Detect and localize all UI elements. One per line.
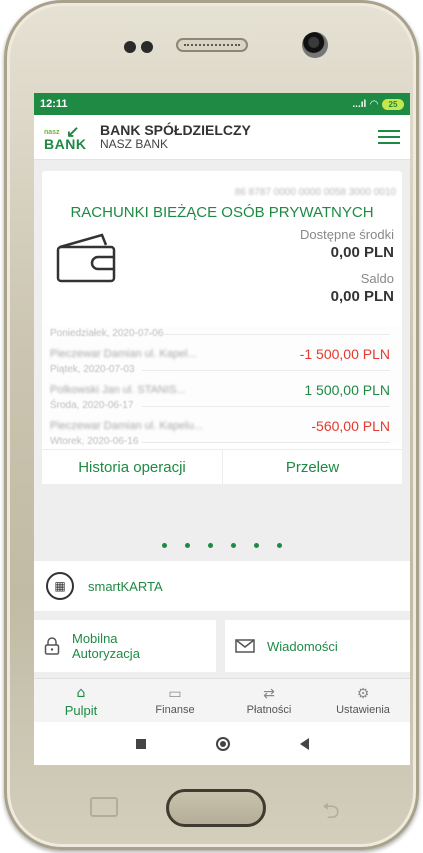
bank-name-line2: NASZ BANK [100,137,169,151]
messages-tile[interactable]: Wiadomości [225,620,410,672]
android-navigation-bar [34,722,410,765]
signal-icon: ...ıl [352,98,367,110]
operation-title[interactable]: Pieczewar Damian ul. Kapel... [50,348,197,360]
nav-label: Płatności [246,704,292,716]
lock-icon [44,637,60,655]
gear-icon: ⚙ [356,686,370,702]
history-button[interactable]: Historia operacji [42,449,223,484]
operation-date: Piątek, 2020-07-03 [50,364,135,375]
battery-icon: 25 [382,98,404,110]
mobile-authorization-line1: Mobilna [72,631,118,646]
divider [142,334,390,335]
bank-name: BANK SPÓŁDZIELCZY NASZ BANK [100,123,251,151]
sensor-dots [124,40,164,54]
bank-name-line1: BANK SPÓŁDZIELCZY [100,122,251,138]
back-key-icon[interactable]: ⮌ [322,794,340,832]
home-icon[interactable] [215,736,230,751]
mobile-authorization-line2: Autoryzacja [72,646,140,661]
status-bar: 12:11 ...ıl ◠ 25 [34,93,410,115]
available-funds-value: 0,00 PLN [330,244,394,261]
messages-label: Wiadomości [267,638,338,654]
logo-small-text: nasz [44,129,60,136]
wallet-icon: ▭ [168,686,182,702]
smartkarta-label: smartKARTA [88,578,163,594]
wallet-icon [56,233,116,283]
carousel-dot[interactable] [231,543,236,548]
bottom-navigation: ⌂ Pulpit ▭ Finanse ⇄ Płatności ⚙ Ustawie… [34,678,410,723]
operation-date: Wtorek, 2020-06-16 [50,436,139,447]
operation-amount[interactable]: -1 500,00 PLN [300,346,390,362]
carousel-dot[interactable] [162,543,167,548]
wifi-icon: ◠ [370,98,378,110]
nav-label: Finanse [155,704,195,716]
nav-item-platnosci[interactable]: ⇄ Płatności [222,679,316,723]
balance-value: 0,00 PLN [330,288,394,305]
home-button[interactable] [166,789,266,827]
nav-label: Pulpit [64,702,98,718]
hamburger-icon[interactable] [378,126,400,148]
nav-item-ustawienia[interactable]: ⚙ Ustawienia [316,679,410,723]
balance-label: Saldo [360,271,394,286]
transfer-arrows-icon: ⇄ [263,686,275,702]
front-camera [302,32,328,58]
nav-item-finanse[interactable]: ▭ Finanse [128,679,222,723]
mobile-authorization-label: Mobilna Autoryzacja [72,631,140,661]
logo-main-text: BANK [44,136,87,152]
account-number: 86 8787 0000 0000 0058 3000 0010 [234,187,396,198]
account-card[interactable]: 86 8787 0000 0000 0058 3000 0010 RACHUNK… [42,171,402,484]
qr-code-icon: ▦ [46,572,74,600]
carousel-dot[interactable] [185,543,190,548]
carousel-dot[interactable] [277,543,282,548]
earpiece [176,38,248,52]
envelope-icon [235,639,255,653]
operation-date: Środa, 2020-06-17 [50,400,134,411]
operation-title[interactable]: Pieczewar Damian ul. Kapelu... [50,420,203,432]
app-bar: nasz ↙ BANK BANK SPÓŁDZIELCZY NASZ BANK [34,115,410,160]
recent-apps-icon[interactable] [135,738,146,749]
operation-title[interactable]: Polkowski Jan ul. STANIS... [50,384,186,396]
operations-list: Poniedziałek, 2020-07-06 Pieczewar Damia… [42,326,402,447]
home-icon: ⌂ [76,684,86,701]
carousel-dot[interactable] [254,543,259,548]
carousel-indicator[interactable] [34,540,410,551]
mobile-authorization-tile[interactable]: Mobilna Autoryzacja [34,620,216,672]
recent-apps-key-icon[interactable] [90,797,118,817]
account-title: RACHUNKI BIEŻĄCE OSÓB PRYWATNYCH [70,204,374,221]
divider [142,406,390,407]
phone-frame: ⮌ 12:11 ...ıl ◠ 25 nasz ↙ BANK BANK SPÓŁ… [4,0,419,850]
status-icons: ...ıl ◠ 25 [352,98,404,110]
status-time: 12:11 [40,98,68,110]
carousel-dot[interactable] [208,543,213,548]
back-icon[interactable] [299,737,309,750]
transfer-button[interactable]: Przelew [223,449,402,484]
screen: 12:11 ...ıl ◠ 25 nasz ↙ BANK BANK SPÓŁDZ… [34,93,410,765]
nav-label: Ustawienia [336,704,390,716]
nav-item-pulpit[interactable]: ⌂ Pulpit [34,679,128,723]
bank-logo: nasz ↙ BANK [44,122,92,152]
divider [142,370,390,371]
divider [142,442,390,443]
available-funds-label: Dostępne środki [300,227,394,242]
operation-amount[interactable]: -560,00 PLN [311,418,390,434]
smartkarta-tile[interactable]: ▦ smartKARTA [34,561,410,611]
operation-amount[interactable]: 1 500,00 PLN [304,382,390,398]
